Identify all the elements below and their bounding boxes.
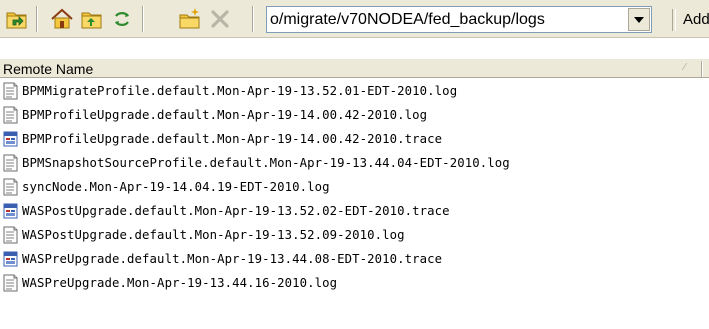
- file-row[interactable]: WASPreUpgrade.Mon-Apr-19-13.44.16-2010.l…: [0, 271, 709, 295]
- file-name: WASPostUpgrade.default.Mon-Apr-19-13.52.…: [22, 204, 450, 218]
- column-divider[interactable]: [701, 61, 703, 77]
- file-row[interactable]: BPMProfileUpgrade.default.Mon-Apr-19-14.…: [0, 103, 709, 127]
- file-row[interactable]: syncNode.Mon-Apr-19-14.04.19-EDT-2010.lo…: [0, 175, 709, 199]
- trace-file-icon: [3, 202, 18, 220]
- toolbar: o/migrate/v70NODEA/fed_backup/logs Add: [0, 0, 709, 38]
- file-name: syncNode.Mon-Apr-19-14.04.19-EDT-2010.lo…: [22, 180, 330, 194]
- file-row[interactable]: BPMMigrateProfile.default.Mon-Apr-19-13.…: [0, 79, 709, 103]
- column-remote-name[interactable]: Remote Name: [3, 59, 93, 79]
- file-row[interactable]: BPMSnapshotSourceProfile.default.Mon-Apr…: [0, 151, 709, 175]
- home-folder-icon[interactable]: [50, 7, 74, 31]
- path-dropdown-button[interactable]: [628, 8, 650, 31]
- remote-file-list: BPMMigrateProfile.default.Mon-Apr-19-13.…: [0, 79, 709, 295]
- file-name: BPMProfileUpgrade.default.Mon-Apr-19-14.…: [22, 108, 428, 122]
- list-column-header[interactable]: Remote Name ⁄: [0, 58, 709, 78]
- toolbar-separator: [36, 6, 38, 32]
- file-row[interactable]: WASPostUpgrade.default.Mon-Apr-19-13.52.…: [0, 199, 709, 223]
- delete-icon[interactable]: [208, 7, 232, 31]
- file-name: BPMSnapshotSourceProfile.default.Mon-Apr…: [22, 156, 510, 170]
- text-file-icon: [3, 82, 18, 100]
- folder-up-icon[interactable]: [5, 7, 29, 31]
- add-button[interactable]: Add: [672, 6, 709, 33]
- toolbar-separator: [142, 6, 144, 32]
- text-file-icon: [3, 226, 18, 244]
- file-name: BPMProfileUpgrade.default.Mon-Apr-19-14.…: [22, 132, 443, 146]
- chevron-down-icon: [634, 16, 644, 23]
- trace-file-icon: [3, 130, 18, 148]
- file-name: WASPreUpgrade.default.Mon-Apr-19-13.44.0…: [22, 252, 443, 266]
- file-row[interactable]: WASPostUpgrade.default.Mon-Apr-19-13.52.…: [0, 223, 709, 247]
- text-file-icon: [3, 274, 18, 292]
- file-name: WASPreUpgrade.Mon-Apr-19-13.44.16-2010.l…: [22, 276, 338, 290]
- text-file-icon: [3, 154, 18, 172]
- refresh-icon[interactable]: [110, 7, 134, 31]
- file-row[interactable]: WASPreUpgrade.default.Mon-Apr-19-13.44.0…: [0, 247, 709, 271]
- file-name: WASPostUpgrade.default.Mon-Apr-19-13.52.…: [22, 228, 405, 242]
- parent-folder-icon[interactable]: [80, 7, 104, 31]
- toolbar-spacer: [0, 38, 709, 58]
- file-row[interactable]: BPMProfileUpgrade.default.Mon-Apr-19-14.…: [0, 127, 709, 151]
- column-resize-icon[interactable]: ⁄: [684, 62, 686, 73]
- path-input[interactable]: o/migrate/v70NODEA/fed_backup/logs: [270, 10, 624, 30]
- trace-file-icon: [3, 250, 18, 268]
- text-file-icon: [3, 106, 18, 124]
- new-folder-icon[interactable]: [178, 7, 202, 31]
- text-file-icon: [3, 178, 18, 196]
- toolbar-separator: [252, 6, 254, 32]
- file-name: BPMMigrateProfile.default.Mon-Apr-19-13.…: [22, 84, 458, 98]
- path-combobox[interactable]: o/migrate/v70NODEA/fed_backup/logs: [266, 6, 652, 33]
